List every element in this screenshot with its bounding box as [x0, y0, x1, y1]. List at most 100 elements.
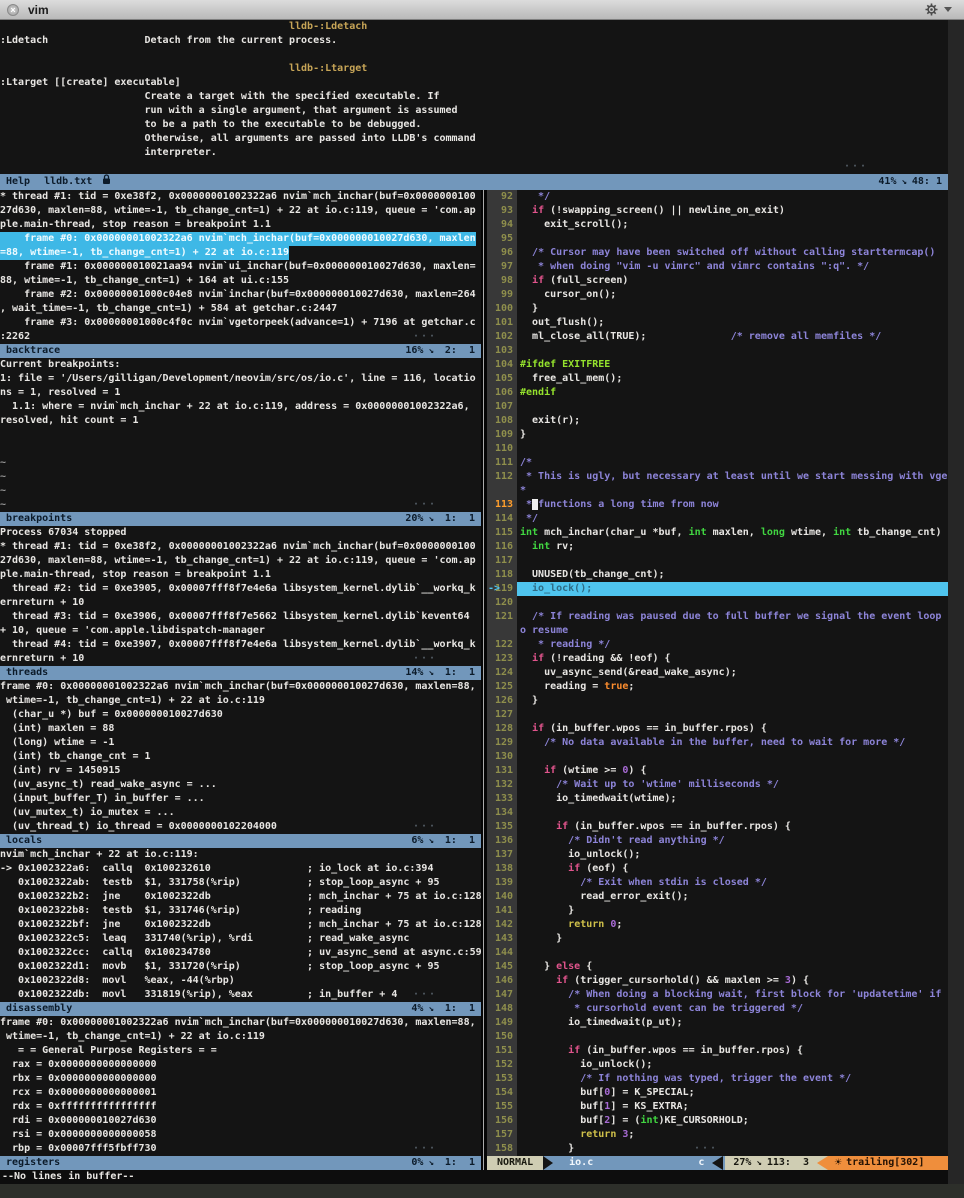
line-number: 118: [495, 569, 513, 580]
line-number: 122: [495, 639, 513, 650]
line-number-gutter: 145: [487, 960, 517, 974]
text-row: 0x1002322b8: testb $1, 331746(%rip) ; re…: [0, 904, 481, 918]
scroll-pct: 20%: [405, 512, 423, 526]
code-line-154: 154 buf[0] = K_SPECIAL;: [487, 1086, 948, 1100]
gear-icon[interactable]: [925, 3, 938, 21]
text-row: Current breakpoints:: [0, 358, 481, 372]
pane-breakpoints[interactable]: Current breakpoints:1: file = '/Users/gi…: [0, 358, 481, 526]
code-line-135: 135 if (in_buffer.wpos == in_buffer.rpos…: [487, 820, 948, 834]
line-number-gutter: 142: [487, 918, 517, 932]
code-line-123: 123 if (!reading && !eof) {: [487, 652, 948, 666]
pane-threads[interactable]: Process 67034 stopped* thread #1: tid = …: [0, 526, 481, 680]
line-number: 124: [495, 667, 513, 678]
cursor-pos: 1: 1: [439, 666, 475, 680]
statusline-locals: locals6%↘ 1: 1: [0, 834, 481, 848]
line-number-gutter: 105: [487, 372, 517, 386]
text-row: frame #2: 0x00000001000c04e8 nvim`inchar…: [0, 288, 481, 302]
help-window[interactable]: lldb-:Ldetach:Ldetach Detach from the cu…: [0, 20, 948, 174]
code-line-96: 96 /* Cursor may have been switched off …: [487, 246, 948, 260]
line-number: 99: [501, 289, 513, 300]
line-number-gutter: 109: [487, 428, 517, 442]
code-line-138: 138 if (eof) {: [487, 862, 948, 876]
text-row: run with a single argument, that argumen…: [0, 104, 948, 118]
text-row: wtime=-1, tb_change_cnt=1) + 22 at io.c:…: [0, 1030, 481, 1044]
window-close-icon[interactable]: ×: [7, 4, 19, 16]
help-filename: lldb.txt: [44, 175, 92, 189]
code-line-134: 134: [487, 806, 948, 820]
line-number: 154: [495, 1087, 513, 1098]
line-number-gutter: 125: [487, 680, 517, 694]
text-row: rbp = 0x00007fff5fbff730: [0, 1142, 481, 1156]
text-row: thread #2: tid = 0xe3905, 0x00007fff8f7e…: [0, 582, 481, 596]
code-line-146: 146 if (trigger_cursorhold() && maxlen >…: [487, 974, 948, 988]
text-row: frame #0: 0x00000001002322a6 nvim`mch_in…: [0, 680, 481, 694]
cursor-pos: 1: 1: [439, 1156, 475, 1170]
code-line-148: 148 * cursorhold event can be triggered …: [487, 1002, 948, 1016]
text-row: [0, 48, 948, 62]
current-filename: io.c: [563, 1156, 593, 1170]
text-row: Process 67034 stopped: [0, 526, 481, 540]
code-line-132: 132 /* Wait up to 'wtime' milliseconds *…: [487, 778, 948, 792]
line-number-gutter: 124: [487, 666, 517, 680]
code-line-97: 97 * when doing "vim -u vimrc" and vimrc…: [487, 260, 948, 274]
code-line-129: 129 /* No data available in the buffer, …: [487, 736, 948, 750]
line-number: 151: [495, 1045, 513, 1056]
text-row: 0x1002322bf: jne 0x1002322db ; mch_incha…: [0, 918, 481, 932]
line-number-gutter: 129: [487, 736, 517, 750]
line-number: 98: [501, 275, 513, 286]
line-number-gutter: 112: [487, 470, 517, 484]
code-line-128: 128 if (in_buffer.wpos == in_buffer.rpos…: [487, 722, 948, 736]
line-number-gutter: 146: [487, 974, 517, 988]
line-number: 147: [495, 989, 513, 1000]
code-line-112: 112 * This is ugly, but necessary at lea…: [487, 470, 948, 484]
line-number: 120: [495, 597, 513, 608]
code-line-108: 108 exit(r);: [487, 414, 948, 428]
line-number-gutter: 151: [487, 1044, 517, 1058]
statusline-help: Help lldb.txt 41% ↘ 48: 1: [0, 174, 948, 190]
text-row: (int) maxlen = 88: [0, 722, 481, 736]
text-row: resolved, hit count = 1: [0, 414, 481, 428]
pane-registers[interactable]: frame #0: 0x00000001002322a6 nvim`mch_in…: [0, 1016, 481, 1170]
line-number: 109: [495, 429, 513, 440]
line-number: 100: [495, 303, 513, 314]
scroll-pct: 6%: [411, 834, 423, 848]
scroll-arrow-icon: ↘: [428, 1002, 433, 1016]
text-row: (long) wtime = -1: [0, 736, 481, 750]
line-number: 123: [495, 653, 513, 664]
text-row: rcx = 0x0000000000000001: [0, 1086, 481, 1100]
code-line-152: 152 io_unlock();: [487, 1058, 948, 1072]
text-row: Otherwise, all arguments are passed into…: [0, 132, 948, 146]
code-line-157: 157 return 3;: [487, 1128, 948, 1142]
text-row: (int) tb_change_cnt = 1: [0, 750, 481, 764]
line-number-gutter: 100: [487, 302, 517, 316]
scroll-pct: 4%: [411, 1002, 423, 1016]
code-line-104: 104#ifdef EXITFREE: [487, 358, 948, 372]
line-number-gutter: 126: [487, 694, 517, 708]
dropdown-caret-icon[interactable]: [944, 7, 952, 12]
line-number-gutter: 107: [487, 400, 517, 414]
code-line-144: 144: [487, 946, 948, 960]
pane-backtrace[interactable]: * thread #1: tid = 0xe38f2, 0x0000000100…: [0, 190, 481, 358]
line-number-gutter: 155: [487, 1100, 517, 1114]
line-number: 134: [495, 807, 513, 818]
text-row: rax = 0x0000000000000000: [0, 1058, 481, 1072]
line-number-gutter: 158: [487, 1142, 517, 1156]
text-row: frame #3: 0x00000001000c4f0c nvim`vgetor…: [0, 316, 481, 330]
text-row: lldb-:Ltarget: [0, 62, 948, 76]
overflow-dots: ···: [413, 330, 437, 344]
pane-disassembly[interactable]: nvim`mch_inchar + 22 at io.c:119:-> 0x10…: [0, 848, 481, 1016]
source-code-window[interactable]: ··· 92 */93 if (!swapping_screen() || ne…: [487, 190, 948, 1156]
text-row: (input_buffer_T) in_buffer = ...: [0, 792, 481, 806]
line-number-gutter: ->119: [487, 582, 517, 596]
line-number-gutter: 99: [487, 288, 517, 302]
code-line-109: 109}: [487, 428, 948, 442]
right-edge-strip[interactable]: [948, 20, 964, 1184]
line-number: 105: [495, 373, 513, 384]
line-number: 135: [495, 821, 513, 832]
pane-locals[interactable]: frame #0: 0x00000001002322a6 nvim`mch_in…: [0, 680, 481, 848]
code-line-120: 120: [487, 596, 948, 610]
line-number: 102: [495, 331, 513, 342]
text-row: 0x1002322cc: callq 0x100234780 ; uv_asyn…: [0, 946, 481, 960]
pane-title: locals: [6, 834, 42, 848]
scroll-arrow-icon: ↘: [428, 834, 433, 848]
